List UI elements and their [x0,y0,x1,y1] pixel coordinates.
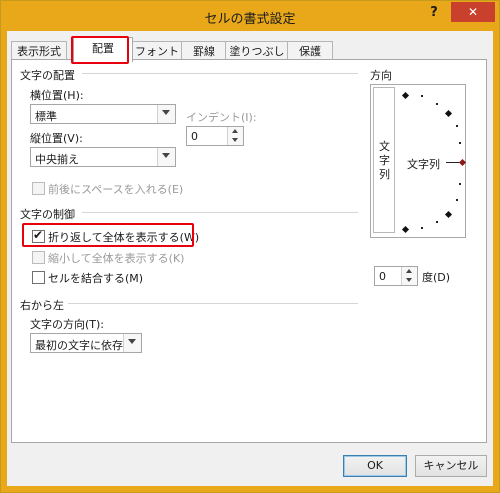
text-direction-select[interactable]: 最初の文字に依存 [30,333,142,353]
horizontal-select[interactable]: 標準 [30,104,176,124]
tab-border[interactable]: 罫線 [181,41,227,61]
degree-marker[interactable] [444,210,453,219]
merge-cells-label: セルを結合する(M) [48,272,144,285]
degree-value: 0 [379,270,386,283]
alignment-tab-highlight [71,36,129,64]
horizontal-value: 標準 [35,110,57,123]
degree-marker[interactable] [436,103,438,105]
horizontal-text-preview: 文字列 [407,158,440,171]
shrink-to-fit-checkbox[interactable] [32,251,45,264]
degree-marker[interactable] [459,183,461,185]
vertical-text-button[interactable]: 文 字 列 [373,87,395,233]
distributed-checkbox[interactable] [32,182,45,195]
orientation-heading: 方向 [370,69,392,82]
tab-fill[interactable]: 塗りつぶし [225,41,289,61]
shrink-to-fit-label: 縮小して全体を表示する(K) [48,252,185,265]
text-control-heading: 文字の制御 [20,208,75,221]
vertical-value: 中央揃え [35,153,79,166]
cancel-button[interactable]: キャンセル [415,455,487,477]
degree-marker[interactable] [444,109,453,118]
degree-marker[interactable] [401,91,410,100]
ok-button[interactable]: OK [343,455,407,477]
text-direction-value: 最初の文字に依存 [35,339,123,352]
divider [82,73,358,74]
tab-protection[interactable]: 保護 [287,41,333,61]
indent-value: 0 [191,130,198,143]
title-bar[interactable]: セルの書式設定 ? ✕ [1,1,499,31]
divider [68,303,358,304]
distributed-label: 前後にスペースを入れる(E) [48,183,184,196]
format-cells-dialog: セルの書式設定 ? ✕ 表示形式 配置 フォント 罫線 塗りつぶし 保護 文字の… [0,0,500,493]
vertical-select[interactable]: 中央揃え [30,147,176,167]
divider [82,212,358,213]
alignment-panel: 文字の配置 横位置(H): 標準 インデント(I): 0 縦位置(V): 中央揃… [11,59,487,443]
indent-stepper[interactable]: 0 [186,126,244,146]
orientation-control[interactable]: 文 字 列 文字列 [370,84,467,238]
merge-cells-checkbox[interactable] [32,271,45,284]
dialog-body: 表示形式 配置 フォント 罫線 塗りつぶし 保護 文字の配置 横位置(H): 標… [7,31,493,486]
degree-marker[interactable] [456,199,458,201]
degree-label: 度(D) [422,271,451,284]
close-button[interactable]: ✕ [451,2,495,22]
vertical-label: 縦位置(V): [30,132,83,145]
wrap-text-highlight [22,223,194,247]
text-alignment-heading: 文字の配置 [20,69,75,82]
rtl-heading: 右から左 [20,299,64,312]
spin-down-icon[interactable] [227,136,243,145]
tab-number-format[interactable]: 表示形式 [11,41,67,61]
degree-stepper[interactable]: 0 [374,266,418,286]
chevron-down-icon[interactable] [157,148,175,166]
text-direction-label: 文字の方向(T): [30,318,105,331]
orientation-handle[interactable] [458,158,467,167]
spin-down-icon[interactable] [401,276,417,285]
help-button[interactable]: ? [425,5,443,23]
tab-font[interactable]: フォント [131,41,183,61]
vertical-char: 列 [379,168,390,181]
indent-label: インデント(I): [186,111,257,124]
chevron-down-icon[interactable] [123,334,141,352]
horizontal-label: 横位置(H): [30,89,84,102]
degree-marker[interactable] [436,221,438,223]
degree-marker[interactable] [401,225,410,234]
chevron-down-icon[interactable] [157,105,175,123]
degree-marker[interactable] [459,142,461,144]
degree-marker[interactable] [421,227,423,229]
degree-marker[interactable] [421,95,423,97]
degree-marker[interactable] [456,125,458,127]
